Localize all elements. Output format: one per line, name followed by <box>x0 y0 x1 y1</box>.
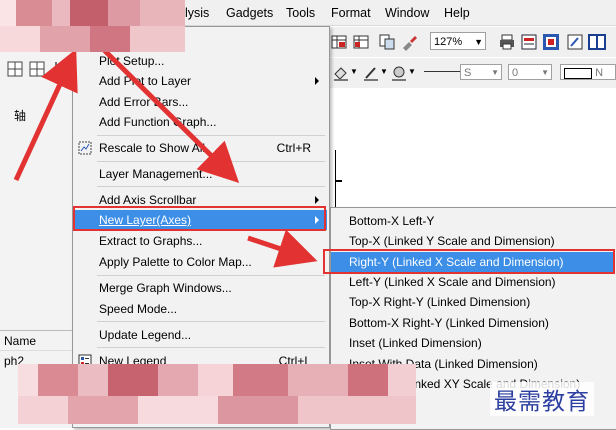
menu-separator <box>97 135 325 136</box>
line-color-icon[interactable] <box>362 64 380 82</box>
chevron-down-icon: ▼ <box>474 37 483 47</box>
line-width-value: 0 <box>512 67 519 79</box>
submenu-arrow-icon <box>315 77 319 85</box>
chevron-down-icon: ▼ <box>491 68 499 77</box>
menu-separator <box>97 186 325 187</box>
add-columns-icon[interactable] <box>330 33 348 51</box>
column-header-name: Name <box>4 334 37 348</box>
layer-icon[interactable] <box>542 33 560 51</box>
submenu-arrow-icon <box>315 216 319 224</box>
submenu-item-inset[interactable]: Inset (Linked Dimension) <box>331 333 615 353</box>
print-icon[interactable] <box>498 33 516 51</box>
menu-separator <box>97 321 325 322</box>
menu-item-add-error-bars[interactable]: Add Error Bars... <box>73 92 327 112</box>
divider <box>0 330 72 331</box>
menu-item-extract-to-graphs[interactable]: Extract to Graphs... <box>73 231 327 251</box>
window-icon[interactable] <box>588 33 606 51</box>
submenu-item-bottom-x-right-y[interactable]: Bottom-X Right-Y (Linked Dimension) <box>331 313 615 333</box>
axis-tick <box>335 180 342 182</box>
chevron-down-icon: ▼ <box>541 68 549 77</box>
panel-label: 轴 <box>14 109 27 123</box>
chevron-down-icon[interactable]: ▼ <box>380 67 388 76</box>
menu-item-plot-setup[interactable]: Plot Setup... <box>73 51 327 71</box>
line-width-select[interactable]: 0 ▼ <box>508 64 552 80</box>
menu-item-merge-graph-windows[interactable]: Merge Graph Windows... <box>73 278 327 298</box>
toolbar-format: ▼ ▼ ▼ S ▼ 0 ▼ N <box>326 58 616 88</box>
menu-separator <box>97 161 325 162</box>
menu-item-update-legend[interactable]: Update Legend... <box>73 325 327 345</box>
menu-help[interactable]: Help <box>444 6 470 20</box>
line-style-preview[interactable] <box>424 71 460 72</box>
brush-icon[interactable] <box>400 33 418 51</box>
zoom-value: 127% <box>434 36 463 48</box>
menu-item-layer-management[interactable]: Layer Management... <box>73 164 327 184</box>
menu-separator <box>97 347 325 348</box>
rescale-icon <box>78 141 92 155</box>
submenu-arrow-icon <box>315 196 319 204</box>
menu-item-add-function-graph[interactable]: Add Function Graph... <box>73 112 327 132</box>
grid-icon[interactable] <box>4 60 70 80</box>
submenu-item-left-y-linked[interactable]: Left-Y (Linked X Scale and Dimension) <box>331 272 615 292</box>
chevron-down-icon[interactable]: ▼ <box>350 67 358 76</box>
submenu-item-top-x-linked[interactable]: Top-X (Linked Y Scale and Dimension) <box>331 231 615 251</box>
menu-item-add-plot-to-layer[interactable]: Add Plot to Layer <box>73 71 327 91</box>
toolbar-standard: 127% ▼ <box>326 27 616 57</box>
menu-item-rescale-to-show-all[interactable]: Rescale to Show All Ctrl+R <box>73 138 327 158</box>
menu-item-apply-palette[interactable]: Apply Palette to Color Map... <box>73 252 327 272</box>
zoom-select[interactable]: 127% ▼ <box>430 32 486 50</box>
line-style-select[interactable]: S ▼ <box>460 64 502 80</box>
style-swatch <box>564 67 592 79</box>
fill-color-icon[interactable] <box>332 64 350 82</box>
export-page-icon[interactable] <box>520 33 538 51</box>
menu-format[interactable]: Format <box>331 6 371 20</box>
menu-item-new-layer-axes[interactable]: New Layer(Axes) <box>73 210 327 230</box>
watermark: 最需教育 <box>490 382 594 416</box>
divider <box>0 350 72 351</box>
style-value: N <box>595 67 604 79</box>
chevron-down-icon[interactable]: ▼ <box>408 67 416 76</box>
copy-format-icon[interactable] <box>378 33 396 51</box>
add-rows-icon[interactable] <box>352 33 370 51</box>
blurred-region <box>18 364 416 424</box>
menu-item-add-axis-scrollbar[interactable]: Add Axis Scrollbar <box>73 190 327 210</box>
menu-window[interactable]: Window <box>385 6 429 20</box>
pattern-icon[interactable] <box>390 64 408 82</box>
menu-separator <box>97 275 325 276</box>
menu-gadgets[interactable]: Gadgets <box>226 6 273 20</box>
submenu-item-right-y-linked[interactable]: Right-Y (Linked X Scale and Dimension) <box>331 252 615 272</box>
submenu-item-bottom-x-left-y[interactable]: Bottom-X Left-Y <box>331 211 615 231</box>
menu-tools[interactable]: Tools <box>286 6 315 20</box>
notes-icon[interactable] <box>566 33 584 51</box>
menu-item-speed-mode[interactable]: Speed Mode... <box>73 299 327 319</box>
style-select[interactable]: N <box>560 64 616 80</box>
blurred-region <box>0 0 185 52</box>
line-style-value: S <box>464 67 472 79</box>
submenu-item-top-x-right-y[interactable]: Top-X Right-Y (Linked Dimension) <box>331 292 615 312</box>
